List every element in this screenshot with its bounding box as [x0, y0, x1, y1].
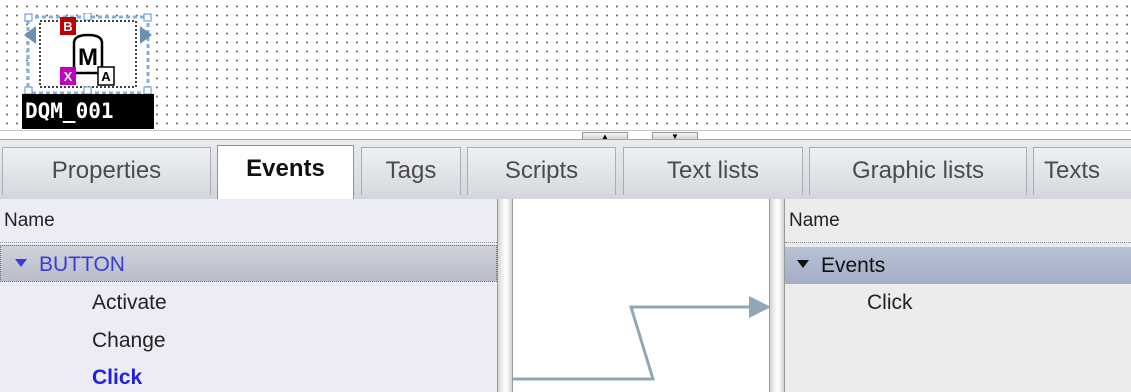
block-icon: B M X A — [24, 12, 152, 95]
tab-graphic-lists[interactable]: Graphic lists — [809, 147, 1027, 195]
group-label: Events — [821, 254, 886, 277]
list-item-activate[interactable]: Activate — [0, 284, 497, 321]
splitter-bar[interactable] — [0, 130, 1131, 138]
tab-scripts[interactable]: Scripts — [467, 147, 616, 195]
tab-tags[interactable]: Tags — [361, 147, 461, 195]
block-instance[interactable]: B M X A DQM_001 — [22, 12, 154, 131]
badge-b: B — [63, 19, 72, 34]
group-row-button[interactable]: BUTTON — [0, 245, 497, 282]
tab-properties[interactable]: Properties — [2, 147, 211, 195]
canvas-area[interactable] — [0, 0, 1131, 130]
group-row-events[interactable]: Events — [785, 247, 1131, 284]
list-item-click[interactable]: Click — [0, 359, 497, 392]
tab-texts[interactable]: Texts — [1033, 147, 1131, 195]
left-pane-splitter[interactable] — [497, 199, 513, 392]
badge-a: A — [101, 69, 111, 84]
badge-m: M — [78, 44, 98, 71]
arrow-head-icon — [749, 296, 769, 318]
tab-events[interactable]: Events — [217, 145, 354, 199]
tab-text-lists[interactable]: Text lists — [623, 147, 803, 195]
expand-triangle-icon[interactable] — [15, 259, 27, 268]
expand-triangle-icon[interactable] — [797, 260, 809, 269]
badge-x: X — [64, 69, 73, 84]
right-column-header[interactable]: Name — [785, 199, 1131, 243]
left-column-header[interactable]: Name — [0, 199, 497, 243]
list-item-click-assigned[interactable]: Click — [785, 284, 1131, 321]
right-pane-splitter[interactable] — [769, 199, 785, 392]
block-name-label: DQM_001 — [22, 94, 154, 129]
connection-arrow — [513, 296, 769, 381]
group-label: BUTTON — [39, 253, 125, 276]
list-item-change[interactable]: Change — [0, 322, 497, 359]
